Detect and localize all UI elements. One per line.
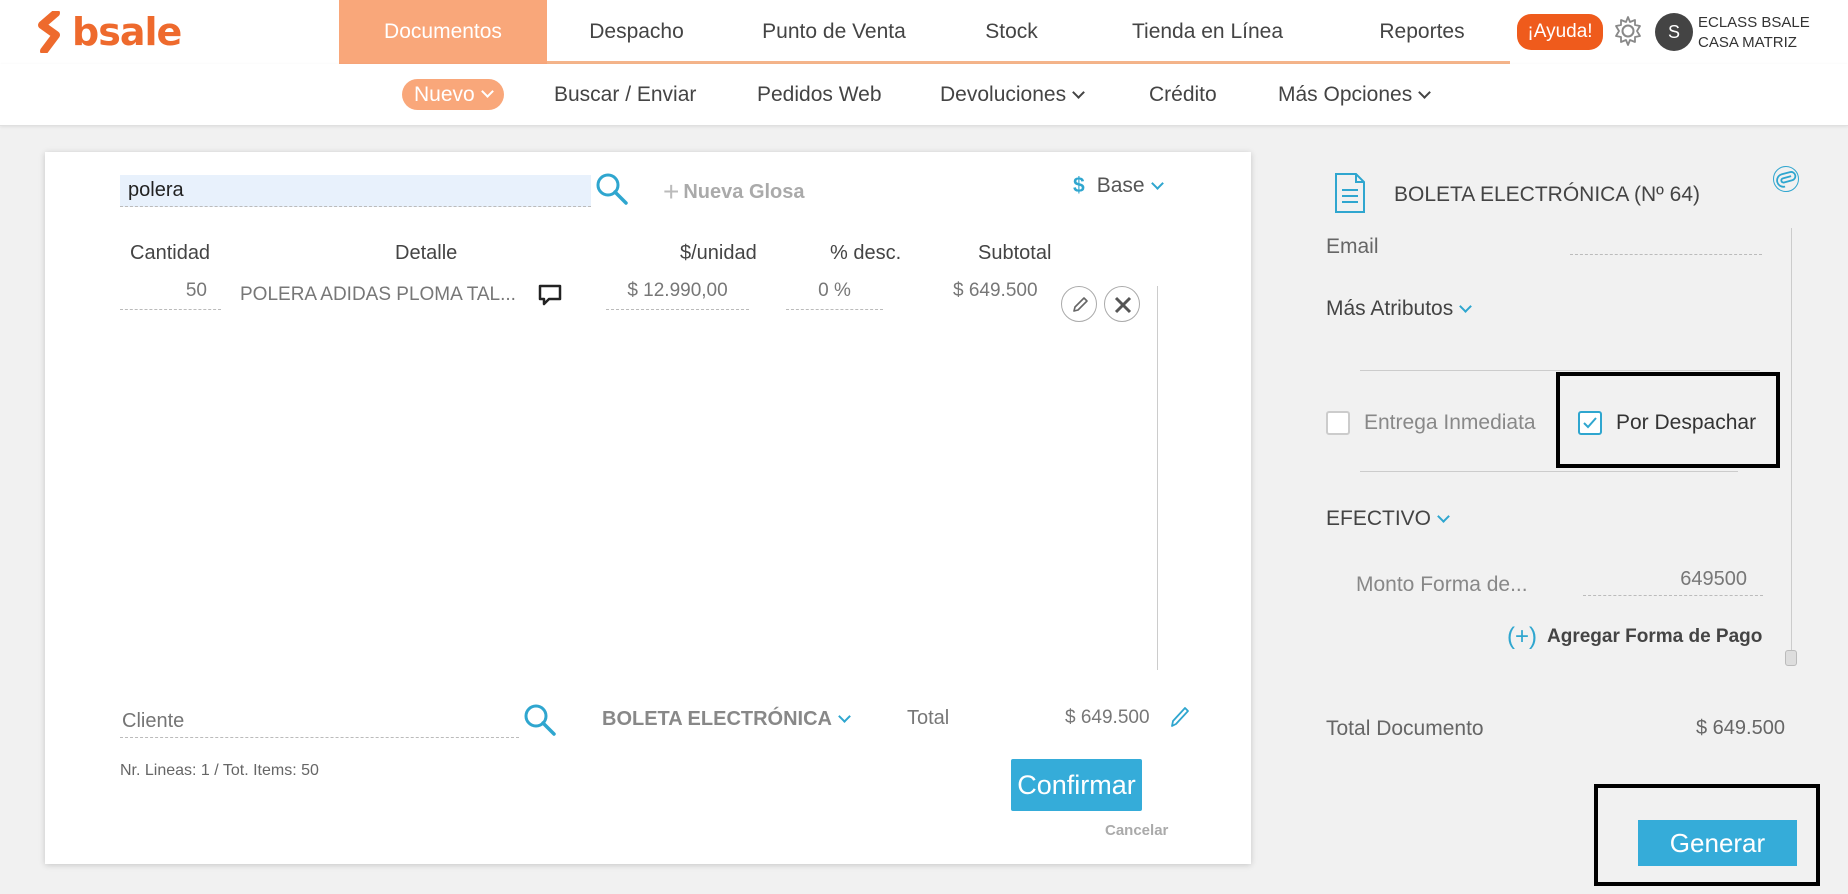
subnav-credito[interactable]: Crédito (1149, 81, 1217, 109)
chevron-down-icon (838, 710, 851, 723)
mas-atributos-label: Más Atributos (1326, 297, 1454, 320)
sub-nav: Nuevo Buscar / Enviar Pedidos Web Devolu… (0, 64, 1848, 126)
search-icon[interactable] (523, 703, 557, 737)
document-type-label: BOLETA ELECTRÓNICA (602, 708, 832, 730)
brand-name: bsale (72, 10, 182, 54)
nav-tienda-en-linea[interactable]: Tienda en Línea (1081, 0, 1334, 64)
column-header-desc: % desc. (830, 242, 902, 264)
nav-despacho[interactable]: Despacho (547, 0, 726, 64)
cancel-link[interactable]: Cancelar (1105, 822, 1168, 839)
payment-method-select[interactable]: EFECTIVO (1326, 507, 1450, 531)
edit-row-button[interactable] (1061, 286, 1097, 322)
price-list-label: Base (1096, 174, 1145, 197)
nav-stock[interactable]: Stock (942, 0, 1081, 64)
attachment-button[interactable] (1773, 166, 1799, 192)
plus-circle-icon: (+) (1507, 623, 1537, 650)
side-scrollbar-thumb[interactable] (1785, 650, 1797, 666)
subnav-pedidos-web[interactable]: Pedidos Web (757, 81, 882, 109)
payment-method-label: EFECTIVO (1326, 507, 1432, 530)
total-documento-value: $ 649.500 (1696, 717, 1785, 739)
column-header-subtotal: Subtotal (978, 242, 1052, 264)
email-label: Email (1326, 235, 1379, 258)
nav-documentos[interactable]: Documentos (339, 0, 547, 64)
column-header-cantidad: Cantidad (130, 242, 211, 264)
chevron-down-icon (1437, 509, 1450, 523)
monto-label: Monto Forma de... (1356, 573, 1528, 596)
nav-punto-de-venta[interactable]: Punto de Venta (726, 0, 942, 64)
cliente-input[interactable] (120, 706, 519, 738)
subnav-mas-opciones[interactable]: Más Opciones (1278, 81, 1432, 109)
row-cantidad[interactable]: 50 (120, 280, 221, 310)
column-header-detalle: Detalle (395, 242, 458, 264)
row-descuento[interactable]: 0 % (786, 280, 883, 310)
subnav-mas-opciones-label: Más Opciones (1278, 83, 1413, 106)
company-name: ECLASS BSALE (1698, 14, 1810, 31)
highlight-box (1594, 784, 1820, 886)
currency-symbol: $ (1073, 174, 1085, 197)
row-detalle[interactable]: POLERA ADIDAS PLOMA TAL... (240, 284, 516, 306)
monto-input[interactable]: 649500 (1583, 568, 1763, 596)
total-documento-label: Total Documento (1326, 717, 1484, 740)
subnav-nuevo[interactable]: Nuevo (402, 79, 504, 110)
company-info[interactable]: ECLASS BSALE CASA MATRIZ (1698, 13, 1810, 53)
main-nav: Documentos Despacho Punto de Venta Stock… (339, 0, 1510, 64)
help-button[interactable]: ¡Ayuda! (1517, 14, 1603, 50)
price-list-select[interactable]: $ Base (1073, 174, 1164, 198)
document-icon (1335, 173, 1365, 213)
top-bar: bsale Documentos Despacho Punto de Venta… (0, 0, 1848, 64)
confirm-button[interactable]: Confirmar (1011, 759, 1142, 811)
subnav-devoluciones[interactable]: Devoluciones (940, 81, 1085, 109)
document-editor-panel: + Nueva Glosa $ Base Cantidad Detalle $/… (45, 152, 1251, 864)
product-search-input[interactable] (120, 175, 591, 207)
plus-icon: + (663, 176, 680, 207)
entrega-inmediata-label: Entrega Inmediata (1364, 411, 1536, 434)
sub-nav-bar: Nuevo Buscar / Enviar Pedidos Web Devolu… (0, 64, 1848, 126)
subnav-nuevo-label: Nuevo (414, 82, 475, 106)
nueva-glosa-button[interactable]: + Nueva Glosa (663, 176, 805, 208)
highlight-box (1556, 372, 1780, 468)
search-icon[interactable] (595, 172, 629, 206)
add-payment-label: Agregar Forma de Pago (1547, 626, 1763, 647)
chevron-down-icon (1072, 85, 1085, 99)
avatar[interactable]: S (1655, 13, 1693, 51)
document-type-select[interactable]: BOLETA ELECTRÓNICA (602, 708, 851, 731)
paperclip-icon (1776, 171, 1797, 188)
delete-row-button[interactable] (1104, 286, 1140, 322)
chevron-down-icon (1459, 299, 1473, 313)
close-icon (1114, 296, 1132, 314)
table-divider (1157, 286, 1158, 670)
chevron-down-icon (480, 85, 494, 98)
subnav-devoluciones-label: Devoluciones (940, 83, 1067, 106)
entrega-inmediata-checkbox[interactable] (1326, 411, 1350, 435)
gear-icon[interactable] (1611, 14, 1645, 48)
mas-atributos-toggle[interactable]: Más Atributos (1326, 297, 1473, 321)
column-header-unidad: $/unidad (680, 242, 757, 264)
add-payment-button[interactable]: (+) Agregar Forma de Pago (1507, 623, 1762, 651)
divider (1360, 370, 1760, 371)
branch-name: CASA MATRIZ (1698, 34, 1797, 51)
row-precio-unidad[interactable]: $ 12.990,00 (606, 280, 749, 310)
email-field[interactable] (1570, 254, 1762, 255)
nav-reportes[interactable]: Reportes (1334, 0, 1510, 64)
side-scrollbar-track (1791, 228, 1792, 656)
bsale-logo-icon (38, 11, 60, 53)
chevron-down-icon (1418, 85, 1432, 99)
comment-icon[interactable] (537, 283, 563, 307)
document-title: BOLETA ELECTRÓNICA (Nº 64) (1394, 183, 1701, 206)
total-value: $ 649.500 (1065, 707, 1150, 728)
pencil-icon (1073, 297, 1088, 312)
pencil-icon[interactable] (1167, 704, 1191, 730)
lines-info: Nr. Lineas: 1 / Tot. Items: 50 (120, 762, 319, 779)
chevron-down-icon (1150, 176, 1164, 190)
total-label: Total (907, 707, 950, 729)
row-subtotal: $ 649.500 (953, 280, 1038, 301)
bsale-logo[interactable]: bsale (36, 8, 182, 56)
subnav-buscar-enviar[interactable]: Buscar / Enviar (554, 81, 696, 109)
divider (1360, 471, 1738, 472)
nueva-glosa-label: Nueva Glosa (683, 180, 805, 203)
